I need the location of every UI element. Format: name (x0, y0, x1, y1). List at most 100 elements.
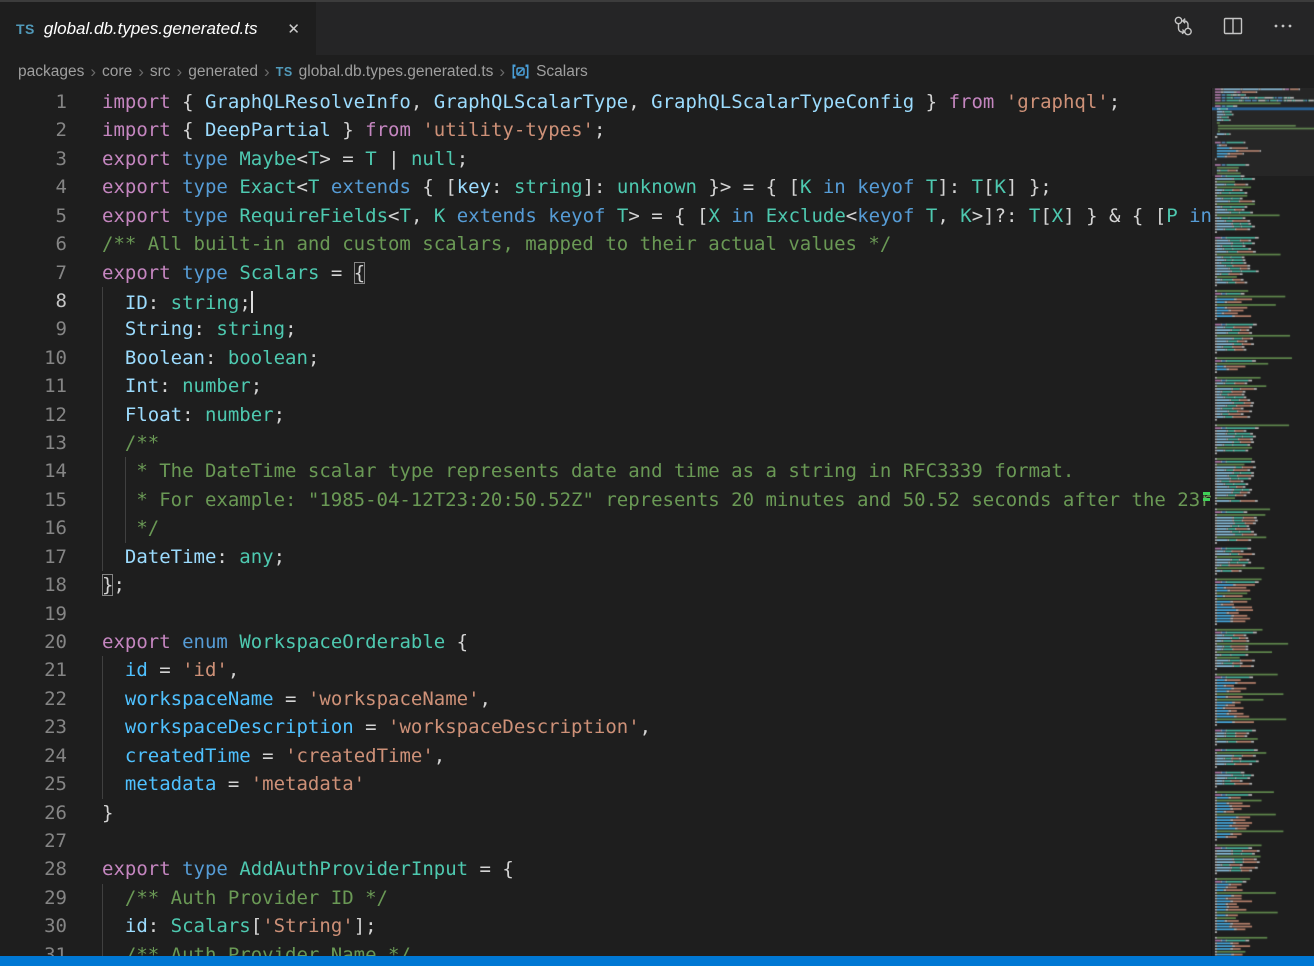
line-content: /** All built-in and custom scalars, map… (102, 230, 891, 258)
line-content: export type Scalars = { (102, 259, 365, 287)
line-content: export type RequireFields<T, K extends k… (102, 202, 1211, 230)
line-number: 18 (0, 571, 67, 599)
code-line[interactable]: 30 id: Scalars['String']; (0, 912, 1211, 940)
minimap[interactable] (1211, 88, 1314, 956)
code-line[interactable]: 2import { DeepPartial } from 'utility-ty… (0, 116, 1211, 144)
open-changes-button[interactable] (1170, 16, 1196, 42)
code-line[interactable]: 1import { GraphQLResolveInfo, GraphQLSca… (0, 88, 1211, 116)
code-line[interactable]: 29 /** Auth Provider ID */ (0, 884, 1211, 912)
line-content: id: Scalars['String']; (102, 912, 377, 940)
line-content: id = 'id', (102, 656, 239, 684)
typescript-file-icon: TS (276, 65, 293, 79)
line-number: 10 (0, 344, 67, 372)
indent-guide (102, 486, 103, 514)
code-line[interactable]: 20export enum WorkspaceOrderable { (0, 628, 1211, 656)
code-line[interactable]: 22 workspaceName = 'workspaceName', (0, 685, 1211, 713)
indent-guide (102, 315, 103, 343)
code-line[interactable]: 16 */ (0, 514, 1211, 542)
breadcrumb-item-src[interactable]: src (150, 63, 171, 81)
indent-guide (102, 941, 103, 956)
code-line[interactable]: 13 /** (0, 429, 1211, 457)
typescript-file-icon: TS (16, 21, 35, 37)
line-content: /** (102, 429, 159, 457)
code-lines: 1import { GraphQLResolveInfo, GraphQLSca… (0, 88, 1211, 956)
status-bar (0, 956, 1314, 966)
code-editor[interactable]: 1import { GraphQLResolveInfo, GraphQLSca… (0, 88, 1211, 956)
breadcrumb-item-core[interactable]: core (102, 63, 132, 81)
line-number: 30 (0, 912, 67, 940)
code-line[interactable]: 5export type RequireFields<T, K extends … (0, 202, 1211, 230)
line-content: import { DeepPartial } from 'utility-typ… (102, 116, 605, 144)
line-number: 16 (0, 514, 67, 542)
indent-guide (102, 514, 103, 542)
code-line[interactable]: 8 ID: string; (0, 287, 1211, 315)
breadcrumb: packages › core › src › generated › TS global.db.… (0, 55, 1314, 88)
code-line[interactable]: 19 (0, 600, 1211, 628)
line-content: * For example: "1985-04-12T23:20:50.52Z"… (102, 486, 1211, 514)
split-editor-button[interactable] (1220, 16, 1246, 42)
more-actions-button[interactable] (1270, 16, 1296, 42)
code-line[interactable]: 21 id = 'id', (0, 656, 1211, 684)
breadcrumb-item-packages[interactable]: packages (18, 63, 84, 81)
chevron-right-icon: › (177, 63, 183, 80)
code-line[interactable]: 31 /** Auth Provider Name */ (0, 941, 1211, 956)
line-number: 27 (0, 827, 67, 855)
chevron-right-icon: › (138, 63, 144, 80)
line-number: 19 (0, 600, 67, 628)
tab-global-db-types[interactable]: TS global.db.types.generated.ts ✕ (0, 2, 316, 55)
code-line[interactable]: 25 metadata = 'metadata' (0, 770, 1211, 798)
line-content: Int: number; (102, 372, 262, 400)
line-number: 23 (0, 713, 67, 741)
code-line[interactable]: 6 /** All built-in and custom scalars, ma… (0, 230, 1211, 258)
line-content: /** Auth Provider Name */ (102, 941, 411, 956)
breadcrumb-item-generated[interactable]: generated (188, 63, 258, 81)
indent-guide (102, 457, 103, 485)
line-content: workspaceName = 'workspaceName', (102, 685, 491, 713)
code-line[interactable]: 28export type AddAuthProviderInput = { (0, 855, 1211, 883)
indent-guide (102, 770, 103, 798)
indent-guide (102, 742, 103, 770)
overview-ruler-mark (1203, 498, 1210, 501)
chevron-right-icon: › (499, 63, 505, 80)
code-line[interactable]: 11 Int: number; (0, 372, 1211, 400)
chevron-right-icon: › (264, 63, 270, 80)
tab-close-icon[interactable]: ✕ (283, 18, 304, 40)
breadcrumb-item-global-db-types-generated-ts[interactable]: TS global.db.types.generated.ts (276, 63, 494, 81)
line-content: */ (102, 514, 159, 542)
code-line[interactable]: 17 DateTime: any; (0, 543, 1211, 571)
line-content: metadata = 'metadata' (102, 770, 365, 798)
indent-guide (102, 344, 103, 372)
more-actions-icon (1271, 14, 1295, 43)
line-number: 15 (0, 486, 67, 514)
code-line[interactable]: 24 createdTime = 'createdTime', (0, 742, 1211, 770)
code-line[interactable]: 23 workspaceDescription = 'workspaceDesc… (0, 713, 1211, 741)
symbol-type-icon (511, 63, 530, 80)
line-content: ID: string; (102, 287, 253, 317)
code-line[interactable]: 12 Float: number; (0, 401, 1211, 429)
line-number: 20 (0, 628, 67, 656)
code-line[interactable]: 15 * For example: "1985-04-12T23:20:50.5… (0, 486, 1211, 514)
code-line[interactable]: 10 Boolean: boolean; (0, 344, 1211, 372)
code-line[interactable]: 3export type Maybe<T> = T | null; (0, 145, 1211, 173)
breadcrumb-label: global.db.types.generated.ts (299, 63, 494, 81)
code-line[interactable]: 9 String: string; (0, 315, 1211, 343)
indent-guide (102, 912, 103, 940)
line-content: Float: number; (102, 401, 285, 429)
minimap-slider[interactable] (1212, 88, 1314, 176)
line-content: workspaceDescription = 'workspaceDescrip… (102, 713, 651, 741)
code-line[interactable]: 14 * The DateTime scalar type represents… (0, 457, 1211, 485)
code-line[interactable]: 27 (0, 827, 1211, 855)
code-line[interactable]: 18}; (0, 571, 1211, 599)
open-changes-icon (1171, 14, 1195, 43)
line-number: 25 (0, 770, 67, 798)
code-line[interactable]: 26} (0, 799, 1211, 827)
line-number: 14 (0, 457, 67, 485)
code-line[interactable]: 7export type Scalars = { (0, 259, 1211, 287)
line-number: 28 (0, 855, 67, 883)
breadcrumb-item-scalars[interactable]: Scalars (511, 63, 588, 81)
line-number: 6 (0, 230, 67, 258)
line-content: import { GraphQLResolveInfo, GraphQLScal… (102, 88, 1120, 116)
chevron-right-icon: › (90, 63, 96, 80)
code-line[interactable]: 4export type Exact<T extends { [key: str… (0, 173, 1211, 201)
line-number: 31 (0, 941, 67, 956)
